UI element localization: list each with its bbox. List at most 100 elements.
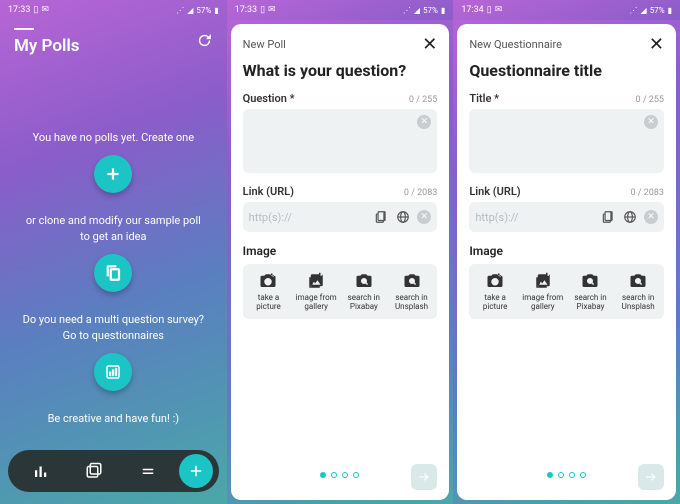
question-input[interactable]: ✕ — [243, 109, 438, 173]
battery-icon: ▮ — [668, 6, 672, 15]
question-counter: 0 / 255 — [409, 95, 437, 105]
title-input[interactable]: ✕ — [469, 109, 664, 173]
pager — [320, 472, 359, 478]
clipboard-icon[interactable] — [373, 209, 389, 225]
unsplash-option[interactable]: search in Unsplash — [388, 272, 436, 311]
notif-icon: ✉ — [41, 5, 49, 15]
image-label: Image — [469, 244, 664, 258]
card: New Questionnaire ✕ Questionnaire title … — [457, 24, 676, 500]
status-time: 17:33 — [235, 5, 257, 15]
image-options: take a picture image from gallery search… — [469, 264, 664, 319]
wifi-icon: ⋰ — [403, 6, 411, 15]
link-counter: 0 / 2083 — [631, 188, 664, 198]
empty-text-2: or clone and modify our sample poll to g… — [20, 213, 207, 244]
camera-option-label: take a picture — [245, 293, 293, 311]
create-poll-button[interactable] — [94, 155, 132, 193]
link-label: Link (URL) — [243, 185, 294, 198]
notif-icon: ▯ — [260, 5, 265, 15]
unsplash-option[interactable]: search in Unsplash — [614, 272, 662, 311]
close-icon[interactable]: ✕ — [422, 34, 437, 55]
pixabay-option-label: search in Pixabay — [340, 293, 388, 311]
screen-my-polls: 17:33 ▯ ✉ ⋰ ◢ 57% ▮ My Polls You have no… — [0, 0, 227, 504]
empty-text-1: You have no polls yet. Create one — [33, 130, 195, 145]
gallery-option-label: image from gallery — [519, 293, 567, 311]
signal-icon: ◢ — [641, 6, 647, 15]
gallery-option[interactable]: image from gallery — [519, 272, 567, 311]
page-dot[interactable] — [320, 472, 326, 478]
pager — [547, 472, 586, 478]
title-label: Title * — [469, 92, 499, 105]
camera-option-label: take a picture — [471, 293, 519, 311]
battery-icon: ▮ — [214, 6, 218, 15]
signal-icon: ◢ — [414, 6, 420, 15]
page-dot[interactable] — [331, 472, 337, 478]
clipboard-icon[interactable] — [600, 209, 616, 225]
status-bar: 17:33 ▯ ✉ ⋰ ◢ 57% ▮ — [0, 0, 227, 20]
notif-icon: ✉ — [268, 5, 276, 15]
clone-poll-button[interactable] — [94, 254, 132, 292]
refresh-icon[interactable] — [196, 32, 213, 53]
title-counter: 0 / 255 — [636, 95, 664, 105]
pixabay-option[interactable]: search in Pixabay — [567, 272, 615, 311]
notif-icon: ✉ — [495, 5, 503, 15]
globe-icon[interactable] — [622, 209, 638, 225]
clear-icon[interactable]: ✕ — [644, 210, 658, 224]
status-bar: 17:33 ▯ ✉ ⋰ ◢ 57% ▮ — [227, 0, 454, 20]
notif-icon: ▯ — [487, 5, 492, 15]
card-title: Questionnaire title — [469, 61, 664, 80]
close-icon[interactable]: ✕ — [649, 34, 664, 55]
clear-icon[interactable]: ✕ — [417, 115, 431, 129]
image-label: Image — [243, 244, 438, 258]
bottom-nav — [8, 450, 219, 492]
card-title: What is your question? — [243, 61, 438, 80]
next-button[interactable] — [411, 464, 437, 490]
empty-text-3: Do you need a multi question survey? Go … — [20, 312, 207, 343]
notif-icon: ▯ — [33, 5, 38, 15]
battery-text: 57% — [650, 6, 665, 15]
link-input[interactable]: http(s):// ✕ — [469, 202, 664, 232]
page-dot[interactable] — [353, 472, 359, 478]
empty-text-4: Be creative and have fun! :) — [48, 411, 180, 426]
pixabay-option-label: search in Pixabay — [567, 293, 615, 311]
screen-new-poll: 17:33 ▯ ✉ ⋰ ◢ 57% ▮ New Poll ✕ What is y… — [227, 0, 454, 504]
globe-icon[interactable] — [395, 209, 411, 225]
nav-menu[interactable] — [121, 462, 175, 480]
wifi-icon: ⋰ — [630, 6, 638, 15]
link-input[interactable]: http(s):// ✕ — [243, 202, 438, 232]
page-dot[interactable] — [342, 472, 348, 478]
battery-text: 57% — [196, 6, 211, 15]
link-placeholder: http(s):// — [475, 211, 594, 224]
wifi-icon: ⋰ — [176, 6, 184, 15]
nav-polls[interactable] — [14, 462, 68, 480]
page-dot[interactable] — [580, 472, 586, 478]
card-header-label: New Questionnaire — [469, 38, 562, 51]
nav-questionnaires[interactable] — [68, 462, 122, 480]
gallery-option[interactable]: image from gallery — [292, 272, 340, 311]
image-options: take a picture image from gallery search… — [243, 264, 438, 319]
status-bar: 17:34 ▯ ✉ ⋰ ◢ 57% ▮ — [453, 0, 680, 20]
page-dot[interactable] — [569, 472, 575, 478]
screen-new-questionnaire: 17:34 ▯ ✉ ⋰ ◢ 57% ▮ New Questionnaire ✕ … — [453, 0, 680, 504]
camera-option[interactable]: take a picture — [471, 272, 519, 311]
pixabay-option[interactable]: search in Pixabay — [340, 272, 388, 311]
questionnaire-button[interactable] — [94, 353, 132, 391]
title-accent — [14, 28, 34, 30]
page-title: My Polls — [14, 36, 80, 56]
status-time: 17:34 — [461, 5, 483, 15]
page-dot[interactable] — [558, 472, 564, 478]
signal-icon: ◢ — [187, 6, 193, 15]
question-label: Question * — [243, 92, 295, 105]
camera-option[interactable]: take a picture — [245, 272, 293, 311]
fab-add-button[interactable] — [179, 454, 213, 488]
unsplash-option-label: search in Unsplash — [388, 293, 436, 311]
next-button[interactable] — [638, 464, 664, 490]
link-counter: 0 / 2083 — [404, 188, 437, 198]
unsplash-option-label: search in Unsplash — [614, 293, 662, 311]
link-label: Link (URL) — [469, 185, 520, 198]
clear-icon[interactable]: ✕ — [417, 210, 431, 224]
battery-text: 57% — [423, 6, 438, 15]
card-header-label: New Poll — [243, 38, 286, 51]
clear-icon[interactable]: ✕ — [644, 115, 658, 129]
page-dot[interactable] — [547, 472, 553, 478]
link-placeholder: http(s):// — [249, 211, 368, 224]
